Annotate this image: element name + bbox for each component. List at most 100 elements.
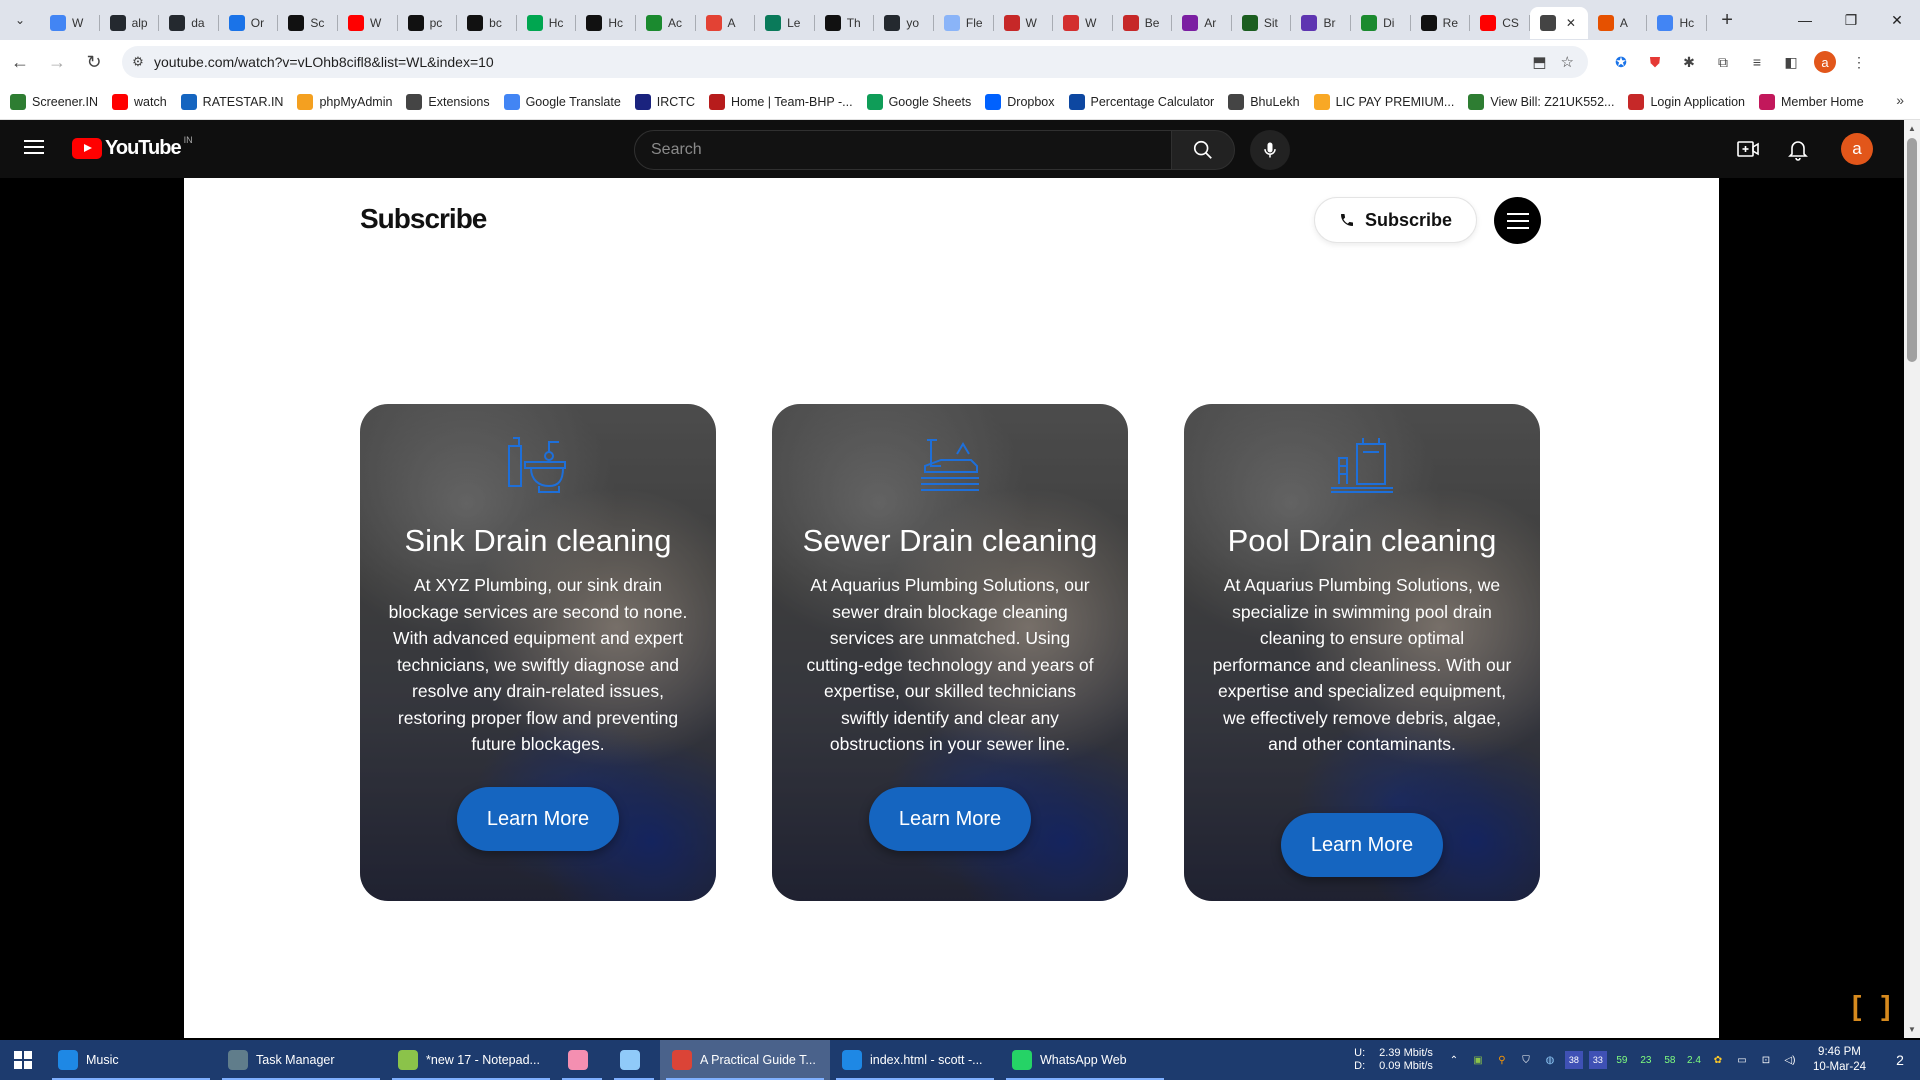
learn-more-button[interactable]: Learn More	[1281, 813, 1443, 877]
tray-counter[interactable]: 58	[1661, 1051, 1679, 1069]
bookmark-item[interactable]: RATESTAR.IN	[180, 93, 283, 110]
browser-tab[interactable]: da	[159, 7, 219, 39]
tray-badge[interactable]: 38	[1564, 1051, 1583, 1069]
bookmark-item[interactable]: Home | Team-BHP -...	[708, 93, 853, 110]
close-window-button[interactable]: ✕	[1874, 0, 1920, 40]
show-hidden-icons-chevron-icon[interactable]: ⌃	[1445, 1051, 1463, 1069]
browser-tab[interactable]: bc	[457, 7, 517, 39]
browser-tab[interactable]: Sit	[1232, 7, 1292, 39]
browser-tab[interactable]: W	[1053, 7, 1113, 39]
tray-app-icon[interactable]: ▣	[1469, 1051, 1487, 1069]
taskbar-app[interactable]: index.html - scott -...	[830, 1040, 1000, 1080]
close-tab-icon[interactable]: ✕	[1566, 16, 1576, 30]
hamburger-menu-icon[interactable]	[22, 136, 46, 160]
browser-tab[interactable]: yo	[874, 7, 934, 39]
bookmark-item[interactable]: Google Translate	[503, 93, 621, 110]
address-bar[interactable]: ⚙ youtube.com/watch?v=vLOhb8cifl8&list=W…	[122, 46, 1588, 78]
browser-tab[interactable]: Re	[1411, 7, 1471, 39]
browser-menu-icon[interactable]: ⋮	[1848, 51, 1870, 73]
reload-button[interactable]: ↻	[77, 45, 111, 79]
youtube-avatar[interactable]: a	[1841, 133, 1873, 165]
scroll-down-arrow-icon[interactable]: ▼	[1908, 1025, 1916, 1034]
browser-tab[interactable]: Fle	[934, 7, 994, 39]
media-control-icon[interactable]: ≡	[1746, 51, 1768, 73]
bookmark-item[interactable]: Screener.IN	[10, 93, 98, 110]
page-scrollbar[interactable]: ▲ ▼	[1904, 120, 1920, 1038]
bookmarks-overflow-icon[interactable]: »	[1896, 92, 1904, 108]
extension-shield-icon[interactable]: ⛊	[1644, 51, 1666, 73]
forward-button[interactable]: →	[40, 45, 74, 79]
volume-icon[interactable]: ◁)	[1781, 1051, 1799, 1069]
browser-tab[interactable]: Hc	[1647, 7, 1707, 39]
browser-tab[interactable]: CS	[1470, 7, 1530, 39]
taskbar-app[interactable]: A Practical Guide T...	[660, 1040, 830, 1080]
browser-tab[interactable]: Di	[1351, 7, 1411, 39]
bookmark-item[interactable]: View Bill: Z21UK552...	[1468, 93, 1614, 110]
voice-search-button[interactable]	[1250, 130, 1290, 170]
minimize-button[interactable]: —	[1782, 0, 1828, 40]
learn-more-button[interactable]: Learn More	[869, 787, 1031, 851]
battery-icon[interactable]: ▭	[1733, 1051, 1751, 1069]
tray-globe-icon[interactable]: ◍	[1541, 1051, 1559, 1069]
bookmark-item[interactable]: IRCTC	[634, 93, 695, 110]
site-menu-icon[interactable]	[1494, 197, 1541, 244]
browser-tab[interactable]: A	[696, 7, 756, 39]
browser-tab[interactable]: Or	[219, 7, 279, 39]
bookmark-item[interactable]: Member Home	[1759, 93, 1864, 110]
extension-bug-icon[interactable]: ✱	[1678, 51, 1700, 73]
tab-search-chevron-icon[interactable]: ⌄	[6, 6, 34, 34]
browser-tab[interactable]: Hc	[517, 7, 577, 39]
bookmark-star-icon[interactable]: ☆	[1561, 53, 1574, 71]
taskbar-clock[interactable]: 9:46 PM 10-Mar-24	[1813, 1045, 1866, 1075]
taskbar-app[interactable]	[608, 1040, 660, 1080]
site-info-icon[interactable]: ⚙	[122, 54, 154, 70]
browser-tab[interactable]: W	[40, 7, 100, 39]
extensions-puzzle-icon[interactable]: ⧉	[1712, 51, 1734, 73]
tray-search-icon[interactable]: ⚲	[1493, 1051, 1511, 1069]
browser-tab[interactable]: Br	[1291, 7, 1351, 39]
browser-tab[interactable]: Le	[755, 7, 815, 39]
browser-tab[interactable]: Ar	[1172, 7, 1232, 39]
bookmark-item[interactable]: Extensions	[406, 93, 490, 110]
bookmark-item[interactable]: Google Sheets	[866, 93, 971, 110]
youtube-search-input[interactable]	[634, 130, 1172, 170]
taskbar-app[interactable]: WhatsApp Web	[1000, 1040, 1170, 1080]
youtube-search-button[interactable]	[1171, 130, 1235, 170]
notifications-bell-icon[interactable]	[1786, 137, 1810, 161]
video-player[interactable]: Subscribe Subscribe Sink Drain cleaning …	[0, 178, 1904, 1038]
taskbar-app[interactable]: Music	[46, 1040, 216, 1080]
browser-tab[interactable]: ✕	[1529, 7, 1588, 39]
browser-tab[interactable]: alp	[100, 7, 160, 39]
browser-tab[interactable]: Sc	[278, 7, 338, 39]
browser-tab[interactable]: A	[1588, 7, 1648, 39]
bookmark-item[interactable]: phpMyAdmin	[297, 93, 392, 110]
bookmark-item[interactable]: Dropbox	[985, 93, 1055, 110]
notification-center-button[interactable]: 2	[1880, 1052, 1920, 1068]
learn-more-button[interactable]: Learn More	[457, 787, 619, 851]
browser-tab[interactable]: Th	[815, 7, 875, 39]
taskbar-app[interactable]	[556, 1040, 608, 1080]
extension-compass-icon[interactable]: ✪	[1610, 51, 1632, 73]
taskbar-app[interactable]: Task Manager	[216, 1040, 386, 1080]
browser-tab[interactable]: W	[338, 7, 398, 39]
tray-shield-icon[interactable]: ⛉	[1517, 1051, 1535, 1069]
browser-tab[interactable]: Ac	[636, 7, 696, 39]
scrollbar-thumb[interactable]	[1907, 138, 1917, 362]
tray-flower-icon[interactable]: ✿	[1709, 1051, 1727, 1069]
bookmark-item[interactable]: watch	[112, 93, 167, 110]
side-panel-icon[interactable]: ◧	[1780, 51, 1802, 73]
site-subscribe-button[interactable]: Subscribe	[1314, 197, 1478, 243]
bookmark-item[interactable]: Percentage Calculator	[1068, 93, 1214, 110]
profile-avatar[interactable]: a	[1814, 51, 1836, 73]
scroll-up-arrow-icon[interactable]: ▲	[1908, 124, 1916, 133]
create-video-icon[interactable]	[1736, 137, 1760, 161]
browser-tab[interactable]: Hc	[576, 7, 636, 39]
start-button[interactable]	[0, 1040, 46, 1080]
tray-counter[interactable]: 59	[1613, 1051, 1631, 1069]
new-tab-button[interactable]: +	[1713, 6, 1741, 34]
browser-tab[interactable]: Be	[1113, 7, 1173, 39]
tray-counter[interactable]: 2.4	[1685, 1051, 1703, 1069]
network-icon[interactable]: ⊡	[1757, 1051, 1775, 1069]
taskbar-app[interactable]: *new 17 - Notepad...	[386, 1040, 556, 1080]
tray-counter[interactable]: 23	[1637, 1051, 1655, 1069]
